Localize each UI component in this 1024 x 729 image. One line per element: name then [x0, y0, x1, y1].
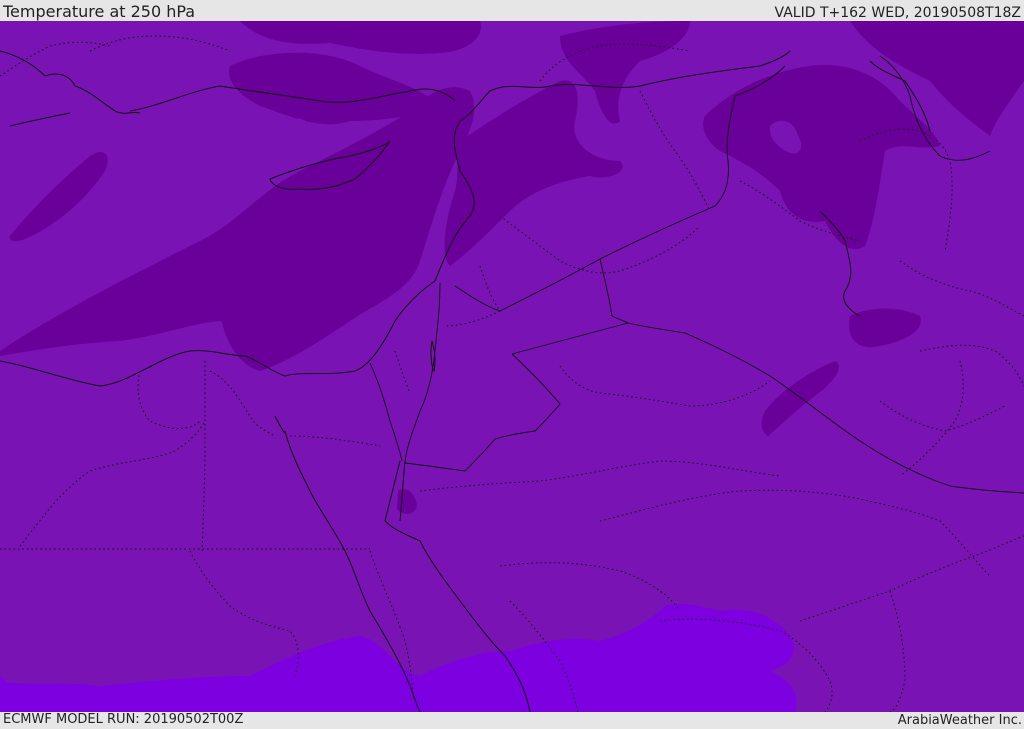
map-title: Temperature at 250 hPa: [3, 2, 196, 21]
map-svg: [0, 21, 1024, 712]
credit-label: ArabiaWeather Inc.: [897, 713, 1022, 728]
footer-bar: ECMWF MODEL RUN: 20190502T00Z ArabiaWeat…: [0, 712, 1024, 729]
map-figure: Temperature at 250 hPa VALID T+162 WED, …: [0, 0, 1024, 729]
valid-time-label: VALID T+162 WED, 20190508T18Z: [774, 5, 1021, 21]
model-run-label: ECMWF MODEL RUN: 20190502T00Z: [3, 712, 244, 727]
map-canvas: [0, 21, 1024, 712]
header-bar: Temperature at 250 hPa VALID T+162 WED, …: [0, 0, 1024, 21]
